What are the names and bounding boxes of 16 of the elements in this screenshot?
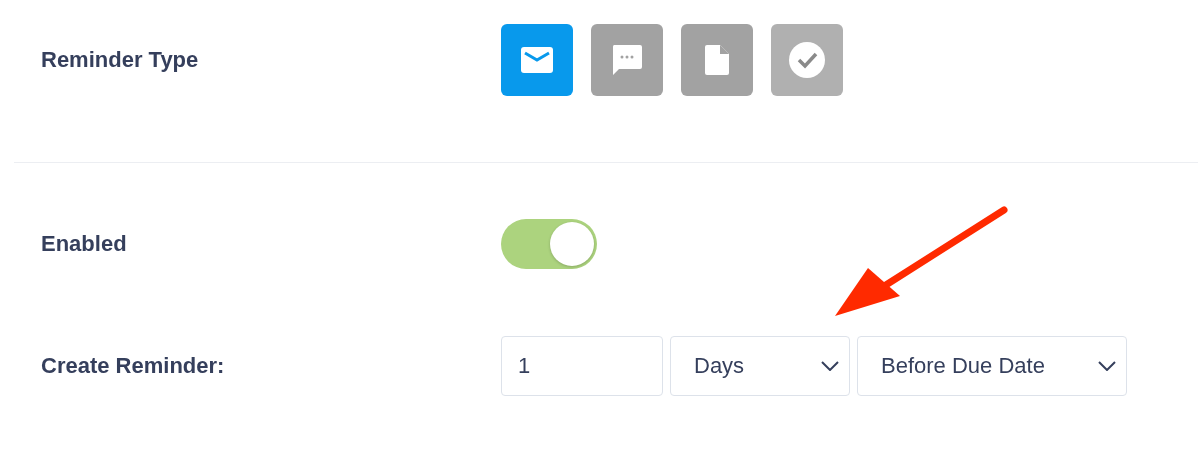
document-icon bbox=[705, 45, 729, 75]
reminder-type-button[interactable] bbox=[591, 24, 663, 96]
reminder-type-button[interactable] bbox=[681, 24, 753, 96]
chat-bubble-icon bbox=[612, 45, 642, 75]
envelope-icon bbox=[521, 47, 553, 73]
chevron-down-icon bbox=[1098, 361, 1116, 371]
create-reminder-label: Create Reminder: bbox=[41, 353, 226, 379]
enabled-label: Enabled bbox=[41, 231, 128, 257]
timing-dropdown[interactable]: Before Due Date bbox=[857, 336, 1127, 396]
chevron-down-icon bbox=[821, 361, 839, 371]
checkmark-circle-icon bbox=[789, 42, 825, 78]
amount-field[interactable]: 1 bbox=[501, 336, 663, 396]
reminder-type-label: Reminder Type bbox=[41, 47, 200, 73]
reminder-type-button[interactable] bbox=[501, 24, 573, 96]
unit-dropdown[interactable]: Days bbox=[670, 336, 850, 396]
toggle-switch[interactable] bbox=[501, 219, 597, 269]
